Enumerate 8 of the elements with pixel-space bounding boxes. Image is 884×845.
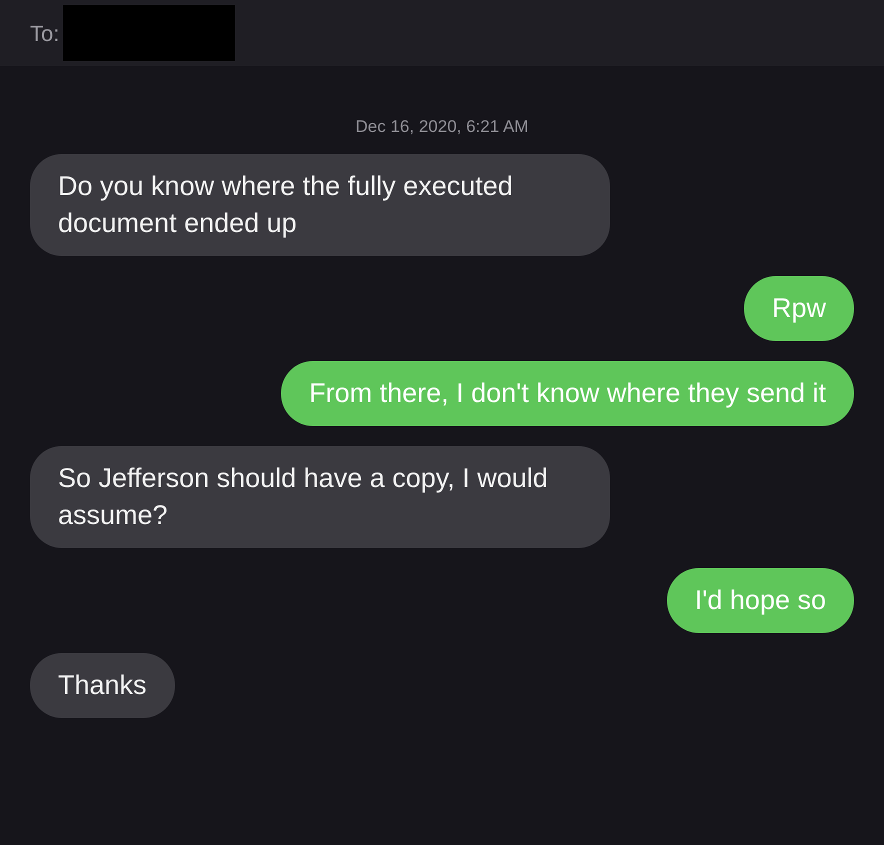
timestamp: Dec 16, 2020, 6:21 AM <box>356 116 528 138</box>
received-message: So Jefferson should have a copy, I would assume? <box>30 446 610 548</box>
received-message: Do you know where the fully executed document ended up <box>30 154 610 256</box>
sent-message: Rpw <box>744 276 854 340</box>
sent-message: I'd hope so <box>666 568 854 632</box>
to-label: To: <box>30 20 60 48</box>
sent-message: From there, I don't know where they send it <box>281 360 854 426</box>
received-message: Thanks <box>30 652 175 718</box>
